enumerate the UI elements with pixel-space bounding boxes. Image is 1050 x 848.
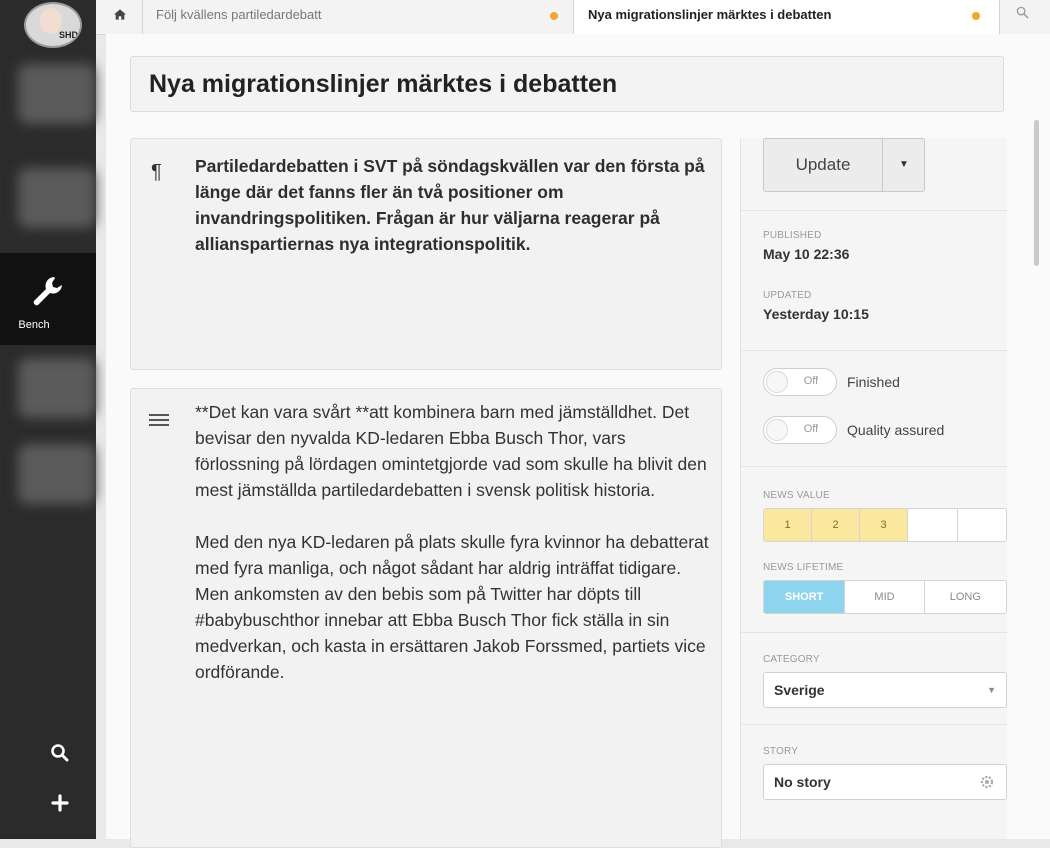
divider [741, 350, 1007, 351]
toggle-state: Off [803, 375, 819, 387]
body-paragraph: Med den nya KD-ledaren på plats skulle f… [195, 532, 709, 682]
headline-field[interactable]: Nya migrationslinjer märktes i debatten [130, 56, 1004, 112]
news-value-option[interactable]: 1 [764, 509, 812, 541]
news-value-label: NEWS VALUE [763, 490, 830, 501]
toggle-knob [766, 419, 788, 441]
tab-search[interactable] [1000, 0, 1050, 34]
update-button-group: Update ▼ [763, 138, 925, 192]
body-block[interactable]: **Det kan vara svårt **att kombinera bar… [130, 388, 722, 848]
search-icon [1016, 6, 1029, 19]
sidebar-item-label: Bench [18, 319, 50, 331]
story-value: No story [774, 774, 831, 790]
status-dot [550, 12, 558, 20]
paragraph-icon: ¶ [151, 161, 162, 183]
sidebar-app-blurred[interactable] [18, 444, 96, 504]
tab-bar: Följ kvällens partiledardebatt Nya migra… [96, 0, 1050, 35]
body-text: **Det kan vara svårt **att kombinera bar… [195, 399, 715, 711]
story-label: STORY [763, 746, 799, 757]
tab-home[interactable] [96, 0, 143, 34]
news-lifetime-option[interactable]: SHORT [764, 581, 846, 613]
tab-label: Följ kvällens partiledardebatt [156, 7, 322, 22]
meta-panel: Update ▼ PUBLISHED May 10 22:36 UPDATED … [740, 138, 1007, 839]
updated-value: Yesterday 10:15 [763, 306, 869, 322]
chevron-down-icon: ▼ [987, 685, 996, 695]
wrench-icon [33, 277, 62, 306]
toggle-state: Off [803, 423, 819, 435]
chevron-down-icon[interactable]: ▼ [882, 139, 926, 191]
sidebar-item-bench[interactable]: Bench [0, 253, 96, 345]
category-label: CATEGORY [763, 654, 820, 665]
update-button[interactable]: Update [764, 139, 883, 191]
divider [741, 724, 1007, 725]
lead-block[interactable]: ¶ Partiledardebatten i SVT på söndagskvä… [130, 138, 722, 370]
quality-assured-label: Quality assured [847, 422, 945, 438]
category-select[interactable]: Sverige ▼ [763, 672, 1007, 708]
published-value: May 10 22:36 [763, 246, 850, 262]
sidebar-app-blurred[interactable] [18, 358, 96, 418]
finished-toggle[interactable]: Off [763, 368, 837, 396]
headline-text: Nya migrationslinjer märktes i debatten [149, 70, 618, 98]
divider [741, 632, 1007, 633]
text-lines-icon [149, 414, 169, 426]
news-value-option[interactable] [908, 509, 958, 541]
toggle-knob [766, 371, 788, 393]
avatar[interactable]: SHD [24, 2, 82, 48]
status-dot [972, 12, 980, 20]
news-value-option[interactable]: 3 [860, 509, 908, 541]
news-lifetime-selector: SHORT MID LONG [763, 580, 1007, 614]
search-icon[interactable] [50, 743, 70, 763]
updated-label: UPDATED [763, 290, 812, 301]
tab-debate-follow[interactable]: Följ kvällens partiledardebatt [142, 0, 574, 34]
news-lifetime-label: NEWS LIFETIME [763, 562, 844, 573]
gear-icon[interactable] [978, 773, 996, 791]
divider [741, 210, 1007, 211]
tab-label: Nya migrationslinjer märktes i debatten [588, 7, 832, 22]
news-lifetime-option[interactable]: LONG [925, 581, 1006, 613]
scrollbar[interactable] [1034, 34, 1044, 839]
lead-text: Partiledardebatten i SVT på söndagskväll… [195, 156, 705, 254]
finished-label: Finished [847, 374, 900, 390]
avatar-badge: SHD [58, 30, 78, 40]
divider [741, 466, 1007, 467]
published-label: PUBLISHED [763, 230, 822, 241]
quality-assured-toggle[interactable]: Off [763, 416, 837, 444]
news-value-option[interactable]: 2 [812, 509, 860, 541]
sidebar: SHD Bench [0, 0, 96, 839]
scrollbar-thumb[interactable] [1034, 120, 1039, 266]
news-value-selector: 1 2 3 [763, 508, 1007, 542]
tab-migration-article[interactable]: Nya migrationslinjer märktes i debatten [574, 0, 1000, 34]
sidebar-app-blurred[interactable] [18, 168, 96, 228]
story-select[interactable]: No story [763, 764, 1007, 800]
editor-area: Nya migrationslinjer märktes i debatten … [106, 34, 1050, 848]
news-value-option[interactable] [958, 509, 1006, 541]
home-icon [114, 9, 126, 20]
news-lifetime-option[interactable]: MID [845, 581, 925, 613]
plus-icon[interactable] [50, 793, 70, 813]
body-paragraph: **Det kan vara svårt **att kombinera bar… [195, 402, 707, 500]
category-value: Sverige [774, 682, 825, 698]
sidebar-app-blurred[interactable] [18, 64, 96, 124]
